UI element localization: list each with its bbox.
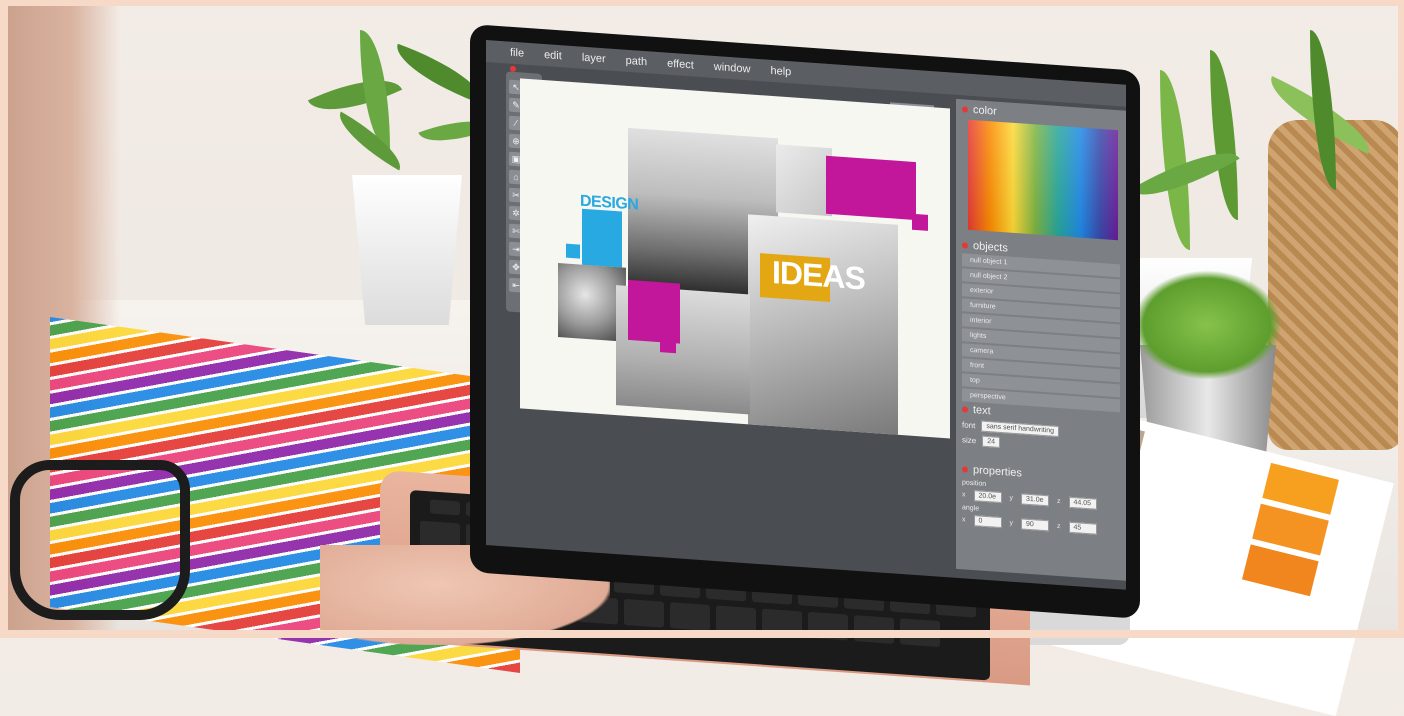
size-label: size: [962, 435, 977, 446]
properties-panel: color objects null object 1 null object …: [956, 98, 1126, 581]
angle-z-label: z: [1057, 522, 1061, 531]
position-z-label: z: [1057, 497, 1061, 506]
ideas-title: IDEAS: [772, 253, 865, 297]
position-z-field[interactable]: 44.05: [1068, 496, 1097, 510]
properties-bullet-icon: [962, 466, 968, 473]
objects-bullet-icon: [962, 242, 968, 249]
color-spectrum-picker[interactable]: [968, 119, 1118, 241]
menu-file[interactable]: file: [500, 41, 534, 65]
text-title: text: [973, 404, 991, 418]
properties-title: properties: [973, 464, 1022, 480]
magenta-small-block: [912, 213, 928, 231]
menu-window[interactable]: window: [704, 55, 761, 81]
menu-path[interactable]: path: [616, 49, 657, 74]
design-app-window: file edit layer path effect window help …: [486, 40, 1126, 590]
succulent-plant: [1132, 270, 1282, 380]
artboard-canvas[interactable]: DESIGN IDEAS: [520, 78, 950, 439]
color-bullet-icon: [962, 106, 968, 113]
position-x-label: x: [962, 491, 966, 499]
color-title: color: [973, 104, 997, 118]
branches-photo: [776, 144, 832, 217]
menu-edit[interactable]: edit: [534, 43, 572, 68]
eyeglasses: [10, 460, 190, 620]
objects-title: objects: [973, 240, 1008, 255]
position-y-label: y: [1009, 494, 1014, 502]
magenta-bottom-small-block: [660, 336, 676, 354]
text-section: text font sans serif handwriting size 24: [962, 403, 1120, 456]
position-x-field[interactable]: 20.0e: [973, 490, 1002, 504]
menu-help[interactable]: help: [760, 59, 801, 84]
size-field[interactable]: 24: [982, 435, 1001, 448]
magenta-block-bottom: [628, 279, 680, 344]
properties-section: properties position x 20.0e y 31.0e z 44…: [962, 463, 1120, 536]
angle-y-label: y: [1009, 519, 1014, 527]
angle-z-field[interactable]: 45: [1068, 521, 1097, 535]
color-section: color: [962, 103, 1120, 246]
font-field[interactable]: sans serif handwriting: [981, 420, 1060, 438]
window-close-icon[interactable]: [510, 65, 516, 73]
text-bullet-icon: [962, 406, 968, 413]
photo-border-top: [0, 0, 1404, 6]
objects-section: objects null object 1 null object 2 exte…: [962, 239, 1120, 413]
photo-border-left: [0, 0, 8, 638]
font-label: font: [962, 420, 976, 431]
right-plant-leaves: [1120, 10, 1404, 270]
blue-small-block: [566, 243, 580, 259]
angle-x-label: x: [962, 516, 966, 524]
photo-border-bottom: [0, 630, 1404, 638]
attic-room-photo: [748, 214, 898, 435]
photo-border-right: [1398, 0, 1404, 638]
menu-layer[interactable]: layer: [572, 46, 616, 71]
blue-block: [582, 208, 622, 268]
menu-effect[interactable]: effect: [657, 52, 704, 77]
angle-x-field[interactable]: 0: [973, 515, 1002, 529]
angle-y-field[interactable]: 90: [1021, 518, 1049, 532]
left-white-pot: [352, 175, 462, 325]
magenta-block-top: [826, 155, 916, 221]
position-y-field[interactable]: 31.0e: [1021, 493, 1049, 507]
